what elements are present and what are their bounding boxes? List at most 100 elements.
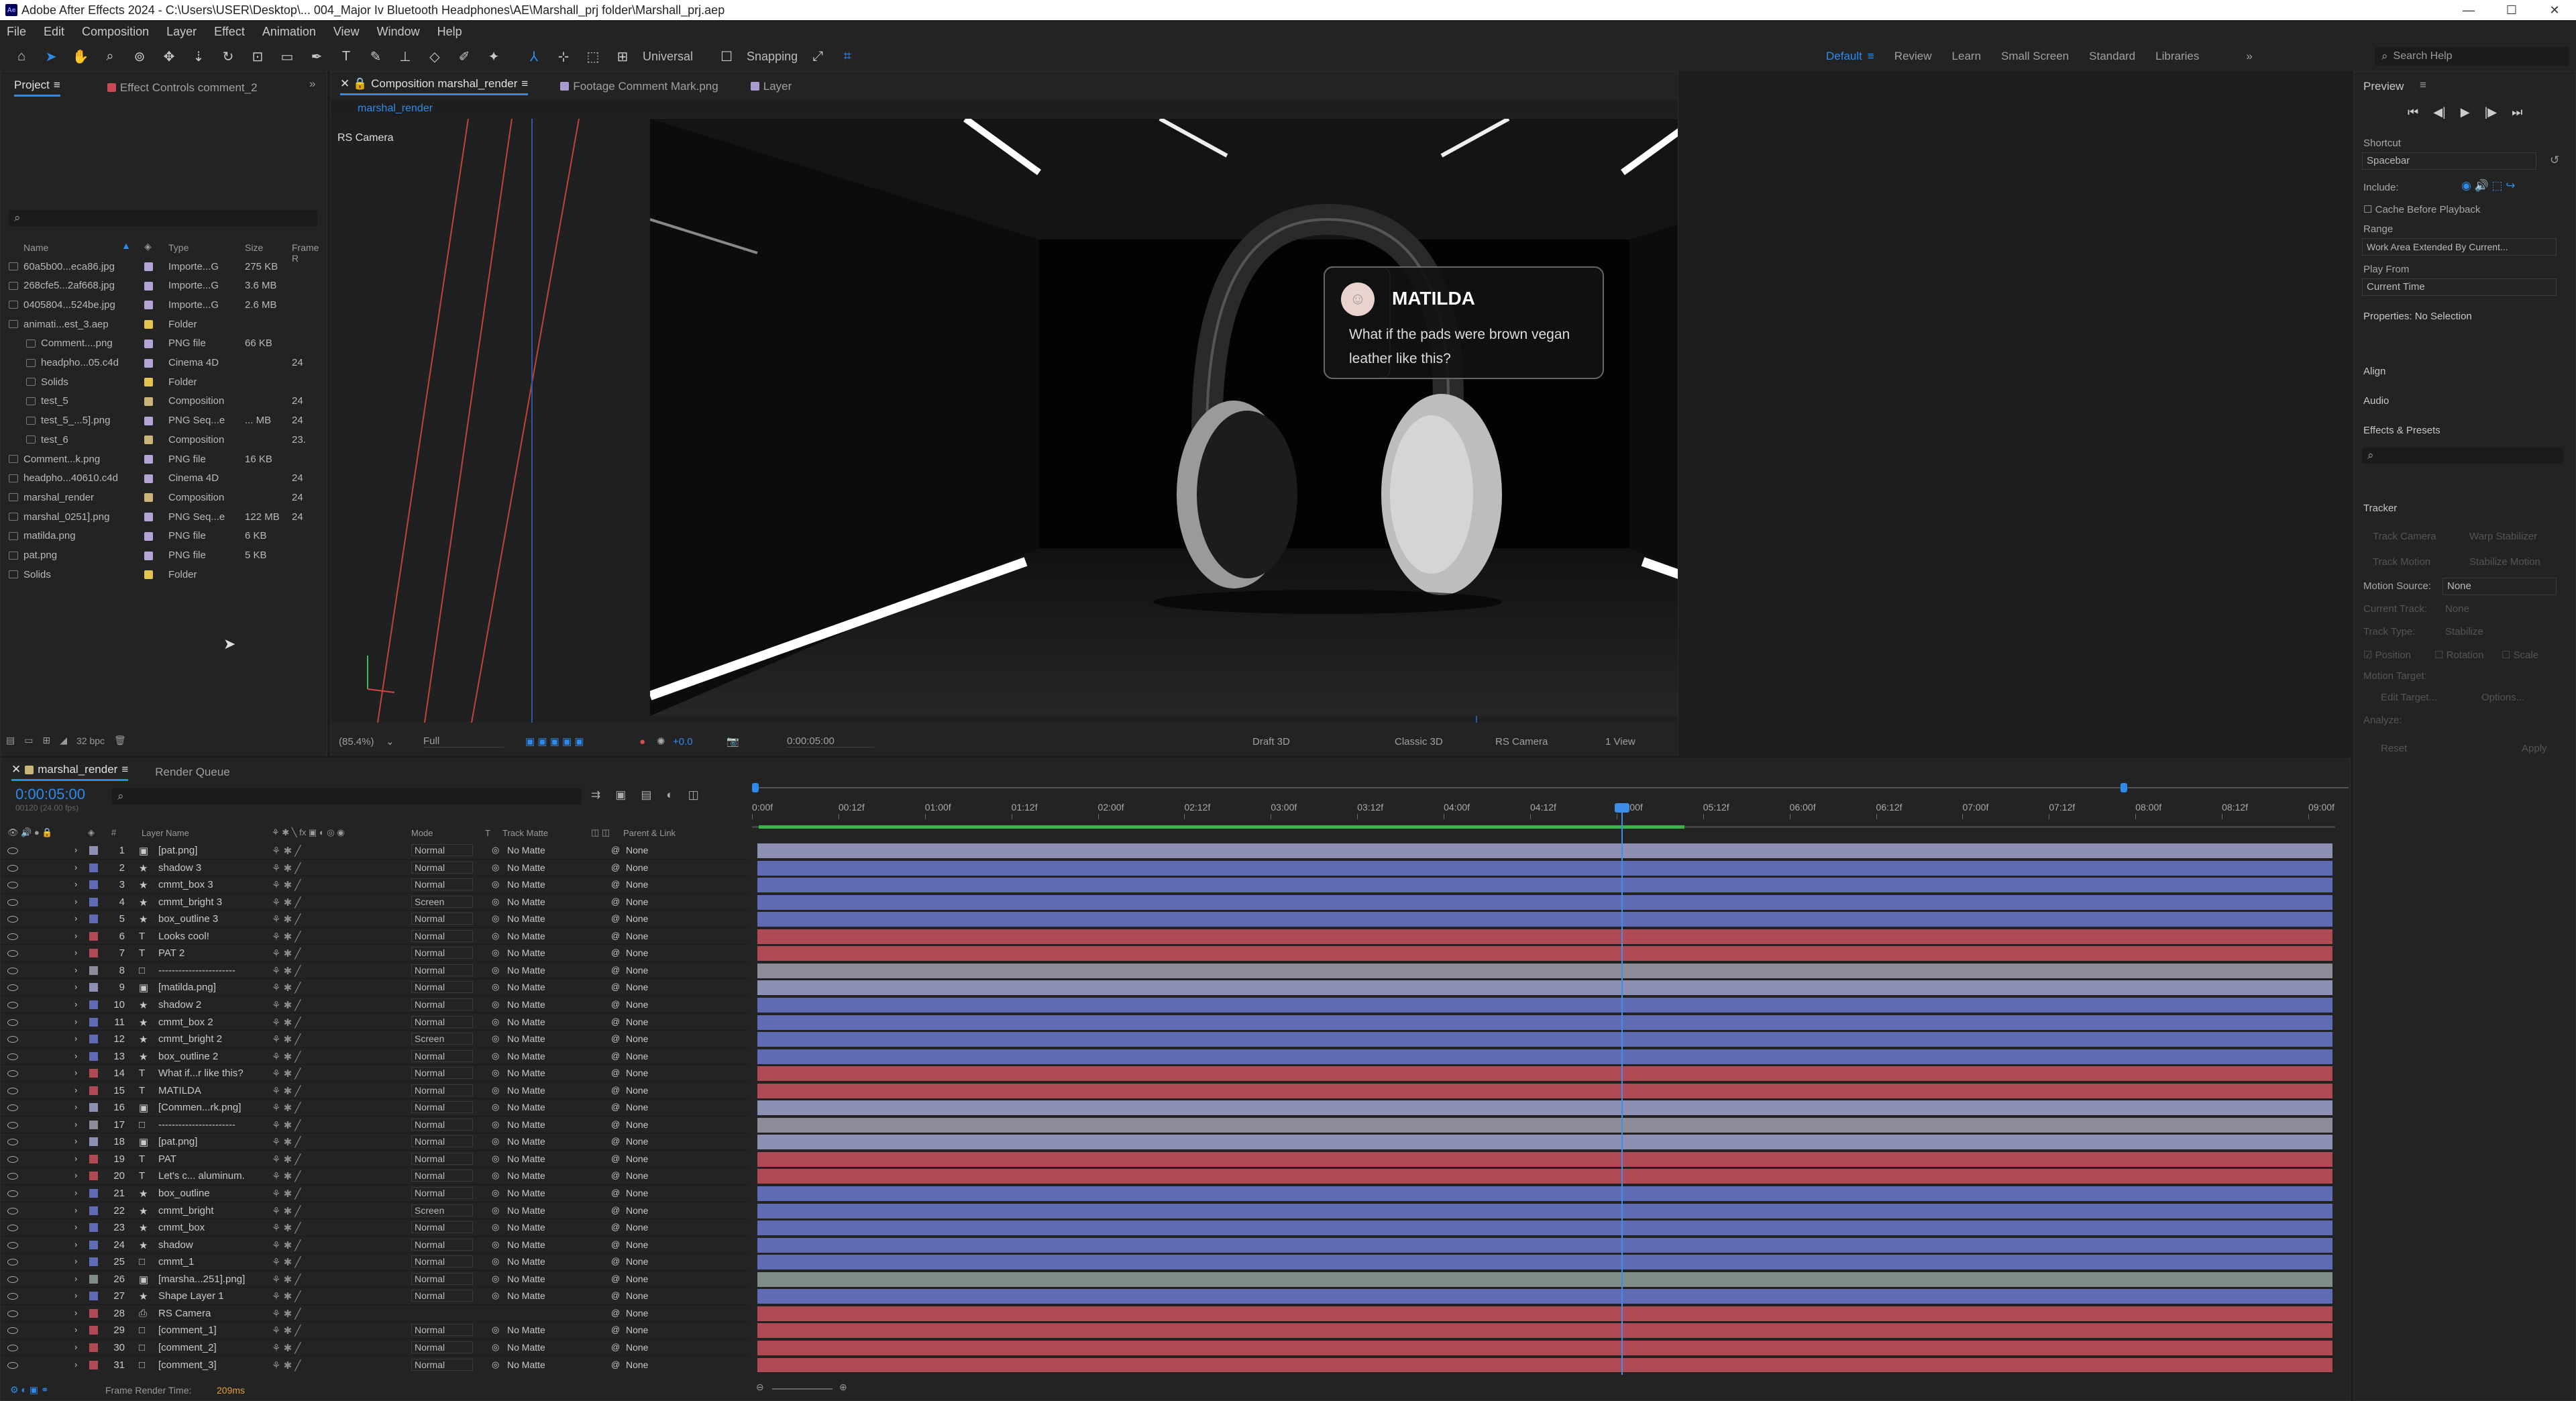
layer-duration-bar[interactable]: [757, 1135, 2332, 1150]
project-item[interactable]: pat.png PNG file 5 KB: [1, 546, 323, 565]
pan-camera-icon[interactable]: ✥: [160, 47, 178, 66]
play-from-dropdown[interactable]: Current Time: [2362, 278, 2557, 296]
selection-tool-icon[interactable]: ➤: [42, 47, 60, 66]
project-item[interactable]: marshal_0251].png PNG Seq...e 122 MB 24: [1, 507, 323, 526]
layer-duration-bar[interactable]: [757, 1186, 2332, 1201]
type-tool-icon[interactable]: T: [337, 47, 356, 66]
renderer-dropdown[interactable]: Classic 3D: [1395, 736, 1443, 747]
brush-tool-icon[interactable]: ✎: [366, 47, 385, 66]
track-motion-button[interactable]: Track Motion: [2373, 556, 2430, 568]
menu-layer[interactable]: Layer: [166, 25, 197, 39]
project-item[interactable]: headpho...05.c4d Cinema 4D 24: [1, 354, 323, 372]
work-area-bar[interactable]: [752, 823, 2335, 830]
menu-animation[interactable]: Animation: [262, 25, 316, 39]
current-time[interactable]: 0:00:05:00: [15, 786, 85, 803]
motion-blur-icon[interactable]: ◐: [666, 788, 673, 802]
resolution-dropdown[interactable]: Full: [423, 735, 504, 747]
orbit-camera-icon[interactable]: ⊚: [130, 47, 149, 66]
properties-panel-title[interactable]: Properties: No Selection: [2363, 311, 2472, 322]
exposure-value[interactable]: +0.0: [673, 736, 693, 747]
label-color[interactable]: [144, 551, 153, 560]
col-name[interactable]: Name: [23, 242, 48, 253]
layer-duration-bar[interactable]: [757, 1083, 2332, 1098]
first-frame-icon[interactable]: ⏮: [2408, 105, 2418, 119]
project-item[interactable]: Comment...k.png PNG file 16 KB: [1, 450, 323, 468]
project-item[interactable]: matilda.png PNG file 6 KB: [1, 527, 323, 546]
zoom-dropdown[interactable]: (85.4%): [339, 736, 374, 747]
track-camera-button[interactable]: Track Camera: [2373, 531, 2436, 542]
tab-project[interactable]: Project ≡: [14, 79, 60, 97]
tab-layer[interactable]: Layer: [750, 80, 792, 93]
layer-duration-bar[interactable]: [757, 1066, 2332, 1082]
col-layer-name[interactable]: Layer Name: [142, 828, 189, 838]
interpret-footage-icon[interactable]: ▤: [6, 735, 15, 746]
reset-button[interactable]: Reset: [2381, 743, 2407, 754]
axis-local-icon[interactable]: ⅄: [525, 47, 543, 66]
align-panel-title[interactable]: Align: [2363, 366, 2385, 377]
effects-search-input[interactable]: ⌕: [2362, 448, 2563, 464]
label-color[interactable]: [144, 397, 153, 406]
workspace-libraries[interactable]: Libraries: [2155, 50, 2199, 63]
home-icon[interactable]: ⌂: [12, 47, 31, 66]
zoom-in-icon[interactable]: ⊕: [839, 1382, 847, 1393]
project-item[interactable]: animati...est_3.aep Folder: [1, 315, 323, 333]
universal-label[interactable]: Universal: [643, 50, 693, 64]
tab-composition[interactable]: ✕ 🔒 Composition marshal_render ≡: [340, 77, 529, 95]
label-color[interactable]: [144, 493, 153, 503]
zoom-out-icon[interactable]: ⊖: [756, 1382, 764, 1393]
frame-blending-icon[interactable]: ▤: [641, 788, 651, 802]
include-toggles-icons[interactable]: ◉ 🔊 ⬚ ↪: [2461, 179, 2515, 193]
workspace-default[interactable]: Default: [1826, 50, 1862, 63]
project-search-input[interactable]: ⌕: [9, 210, 317, 226]
layer-duration-bar[interactable]: [757, 1151, 2332, 1167]
navigator-bar[interactable]: [752, 783, 2349, 792]
rotation-checkbox[interactable]: ☐ Rotation: [2434, 649, 2484, 661]
layer-duration-bar[interactable]: [757, 1255, 2332, 1270]
viewer-area[interactable]: RS Camera ☺ MATILDA What if the pads wer…: [331, 119, 1678, 723]
hand-tool-icon[interactable]: ✋: [71, 47, 90, 66]
col-type[interactable]: Type: [168, 242, 189, 253]
graph-editor-icon[interactable]: ◫: [688, 788, 699, 802]
navigator-end-handle[interactable]: [2121, 783, 2127, 792]
adjust-settings-icon[interactable]: ◢: [60, 735, 67, 746]
snapping-label[interactable]: Snapping: [747, 50, 798, 64]
dolly-camera-icon[interactable]: ⇣: [189, 47, 208, 66]
tab-effect-controls[interactable]: Effect Controls comment_2: [107, 79, 258, 97]
pan-behind-icon[interactable]: ⊡: [248, 47, 267, 66]
workspace-standard[interactable]: Standard: [2089, 50, 2135, 63]
layer-duration-bar[interactable]: [757, 1100, 2332, 1116]
snap-option-icon[interactable]: ⤢: [808, 47, 827, 66]
layer-duration-bar[interactable]: [757, 1221, 2332, 1236]
layer-duration-bar[interactable]: [757, 1015, 2332, 1030]
layer-duration-bar[interactable]: [757, 1032, 2332, 1047]
color-icon[interactable]: ●: [639, 736, 645, 747]
playhead-handle[interactable]: [1614, 803, 1629, 813]
tab-render-queue[interactable]: Render Queue: [155, 766, 230, 779]
panel-expand-icon[interactable]: »: [309, 77, 315, 91]
menu-composition[interactable]: Composition: [82, 25, 149, 39]
project-item[interactable]: test_5_...5].png PNG Seq...e ... MB 24: [1, 411, 323, 430]
menu-file[interactable]: File: [7, 25, 26, 39]
view-layout-dropdown[interactable]: 1 View: [1605, 736, 1635, 747]
snapping-checkbox[interactable]: ☐: [717, 47, 736, 66]
tab-timeline-comp[interactable]: ✕ marshal_render ≡: [11, 763, 129, 781]
options-button[interactable]: Options...: [2481, 692, 2524, 703]
layer-duration-bar[interactable]: [757, 1237, 2332, 1253]
layer-bars-area[interactable]: [1, 842, 2351, 1372]
current-time-display[interactable]: 0:00:05:00: [787, 735, 874, 747]
chevron-down-icon[interactable]: ⌄: [386, 735, 394, 747]
timeline-search-input[interactable]: ⌕: [112, 788, 582, 805]
range-dropdown[interactable]: Work Area Extended By Current...: [2362, 238, 2557, 256]
label-color[interactable]: [144, 570, 153, 580]
layer-duration-bar[interactable]: [757, 997, 2332, 1013]
label-color[interactable]: [144, 281, 153, 291]
puppet-tool-icon[interactable]: ✦: [484, 47, 503, 66]
snapshot-icon[interactable]: 📷: [727, 735, 739, 747]
menu-view[interactable]: View: [333, 25, 360, 39]
col-parent[interactable]: Parent & Link: [623, 828, 676, 838]
position-checkbox[interactable]: ☑ Position: [2363, 649, 2411, 661]
col-track-matte[interactable]: Track Matte: [502, 828, 548, 838]
project-item[interactable]: test_5 Composition 24: [1, 392, 323, 411]
label-color[interactable]: [144, 358, 153, 368]
project-item[interactable]: 0405804...524be.jpg Importe...G 2.6 MB: [1, 295, 323, 314]
